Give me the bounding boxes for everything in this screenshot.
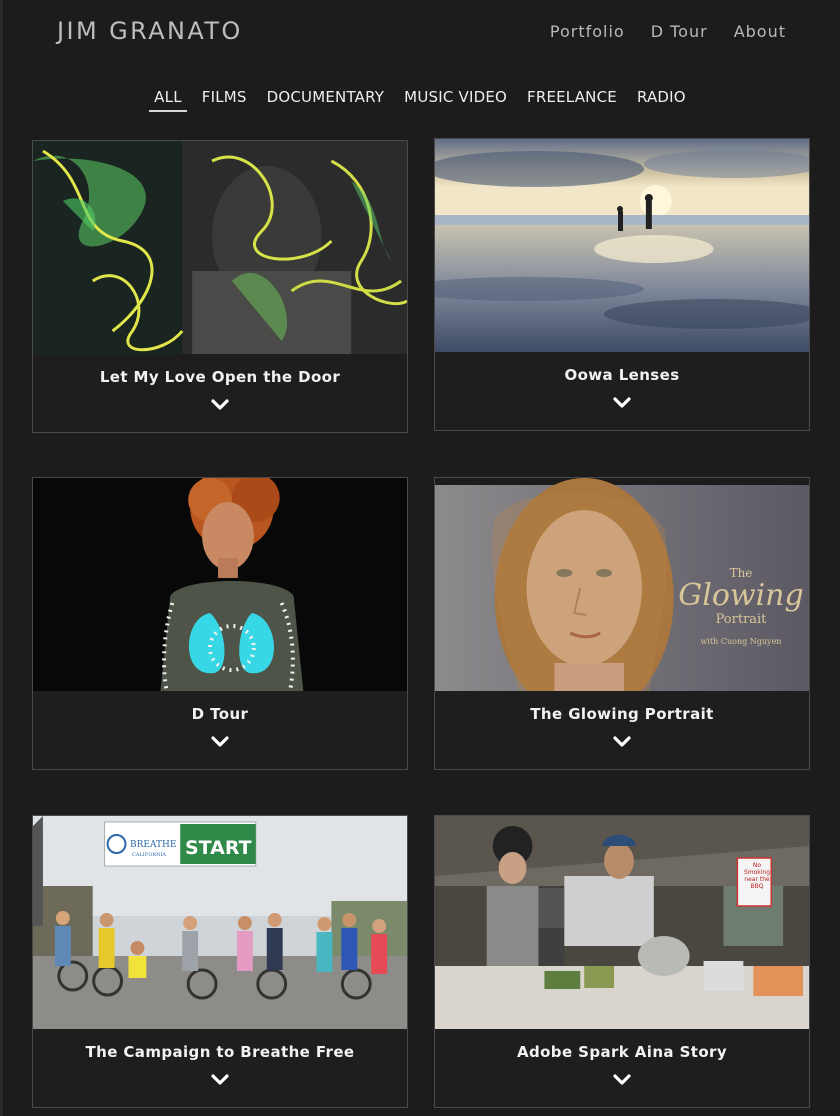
chevron-down-icon[interactable] [613, 736, 631, 748]
card-title[interactable]: The Glowing Portrait [435, 705, 809, 723]
top-nav: Portfolio D Tour About [550, 22, 786, 41]
portfolio-card[interactable]: Let My Love Open the Door [32, 140, 408, 433]
overlay-glowing: Glowing [678, 578, 804, 613]
card-title[interactable]: Let My Love Open the Door [33, 368, 407, 386]
portfolio-card[interactable]: The Glowing Portrait with Cuong Nguyen T… [434, 477, 810, 770]
banner-org: BREATHE [130, 840, 177, 850]
page: JIM GRANATO Portfolio D Tour About ALL F… [0, 0, 840, 1116]
chevron-down-icon[interactable] [211, 399, 229, 411]
lungs-shirt-thumbnail[interactable] [33, 478, 407, 693]
filter-documentary[interactable]: DOCUMENTARY [262, 88, 390, 112]
card-footer: Let My Love Open the Door [33, 354, 407, 432]
portfolio-card[interactable]: D Tour [32, 477, 408, 770]
filter-all[interactable]: ALL [149, 88, 187, 112]
card-title[interactable]: The Campaign to Breathe Free [33, 1043, 407, 1061]
nav-about[interactable]: About [734, 22, 786, 41]
filter-freelance[interactable]: FREELANCE [522, 88, 622, 112]
chevron-down-icon[interactable] [211, 1074, 229, 1086]
portfolio-card[interactable]: BREATHE CALIFORNIA START The Campaign to… [32, 815, 408, 1108]
left-edge-border [0, 0, 3, 1116]
nav-portfolio[interactable]: Portfolio [550, 22, 625, 41]
chevron-down-icon[interactable] [211, 736, 229, 748]
start-banner-text: BREATHE CALIFORNIA START [130, 836, 252, 870]
chevron-down-icon[interactable] [613, 397, 631, 409]
filter-radio[interactable]: RADIO [632, 88, 691, 112]
filter-films[interactable]: FILMS [197, 88, 252, 112]
glowing-portrait-overlay: The Glowing Portrait with Cuong Nguyen [671, 566, 809, 676]
kitchen-sign-text: No Smoking near the BBQ [743, 862, 771, 890]
card-footer: D Tour [33, 691, 407, 769]
chefs-kitchen-thumbnail[interactable] [435, 816, 809, 1031]
banner-start: START [185, 837, 252, 859]
card-title[interactable]: Oowa Lenses [435, 366, 809, 384]
neon-portrait-thumbnail[interactable] [33, 141, 407, 356]
overlay-with: with Cuong Nguyen [700, 637, 782, 646]
category-filters: ALL FILMS DOCUMENTARY MUSIC VIDEO FREELA… [0, 88, 840, 112]
nav-d-tour[interactable]: D Tour [651, 22, 708, 41]
card-footer: The Campaign to Breathe Free [33, 1029, 407, 1107]
site-header: JIM GRANATO Portfolio D Tour About [0, 0, 840, 64]
overlay-portrait: Portrait [715, 612, 767, 627]
card-footer: Adobe Spark Aina Story [435, 1029, 809, 1107]
card-title[interactable]: D Tour [33, 705, 407, 723]
banner-sub: CALIFORNIA [132, 852, 167, 858]
beach-sunset-thumbnail[interactable] [435, 139, 809, 354]
card-footer: The Glowing Portrait [435, 691, 809, 769]
card-footer: Oowa Lenses [435, 352, 809, 430]
portfolio-card[interactable]: No Smoking near the BBQ Adobe Spark Aina… [434, 815, 810, 1108]
filter-music-video[interactable]: MUSIC VIDEO [399, 88, 512, 112]
chevron-down-icon[interactable] [613, 1074, 631, 1086]
brand-logo[interactable]: JIM GRANATO [57, 17, 243, 45]
portfolio-card[interactable]: Oowa Lenses [434, 138, 810, 431]
card-title[interactable]: Adobe Spark Aina Story [435, 1043, 809, 1061]
